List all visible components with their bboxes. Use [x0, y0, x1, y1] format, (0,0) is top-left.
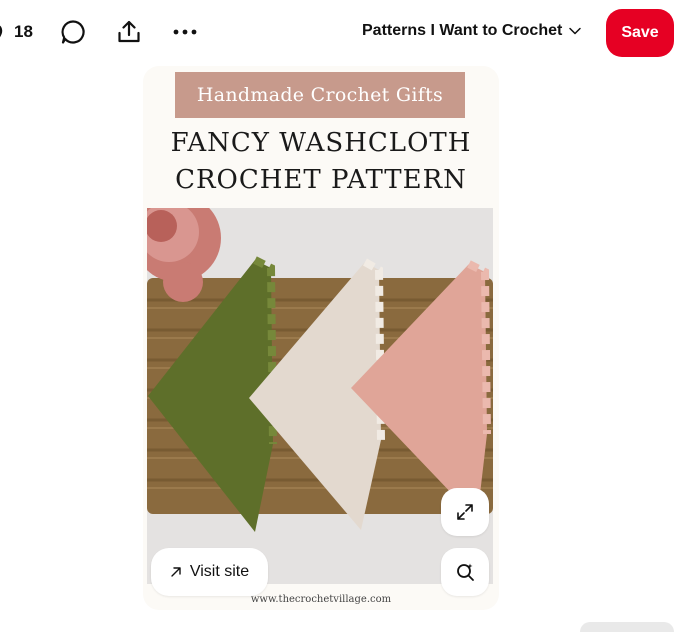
visual-search-button[interactable]	[441, 548, 489, 596]
share-button[interactable]	[111, 14, 147, 50]
comment-icon	[61, 20, 85, 44]
washcloth-photo	[147, 208, 493, 584]
like-count: 18	[14, 22, 33, 41]
board-name: Patterns I Want to Crochet	[362, 22, 563, 39]
visual-search-icon	[457, 563, 474, 581]
comment-button[interactable]	[55, 14, 91, 50]
visit-site-button[interactable]: Visit site	[151, 548, 268, 596]
heart-icon[interactable]	[0, 22, 6, 42]
arrow-up-right-icon	[171, 567, 181, 577]
board-selector[interactable]: Patterns I Want to Crochet	[362, 22, 582, 40]
chevron-down-icon	[569, 27, 582, 35]
pin-title-line-1: FANCY WASHCLOTH	[170, 128, 472, 158]
more-icon	[173, 29, 197, 35]
expand-icon	[457, 504, 473, 520]
pin-title-line-2: CROCHET PATTERN	[175, 165, 467, 195]
partial-button[interactable]	[580, 622, 674, 632]
save-button[interactable]: Save	[606, 9, 674, 57]
pin-toolbar: 18 Patterns I Want to Crochet Save	[0, 0, 685, 66]
visit-site-label: Visit site	[189, 563, 250, 580]
expand-button[interactable]	[441, 488, 489, 536]
share-icon	[118, 20, 140, 43]
more-options-button[interactable]	[167, 14, 203, 50]
pin-banner: Handmade Crochet Gifts	[175, 72, 465, 118]
